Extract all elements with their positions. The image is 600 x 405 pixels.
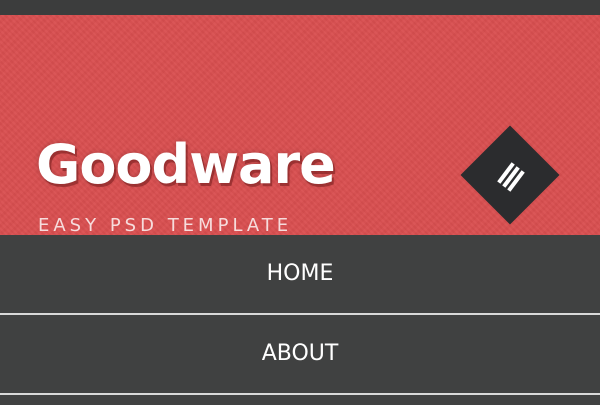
hamburger-icon bbox=[497, 162, 525, 192]
top-bar bbox=[0, 0, 600, 15]
site-header: Goodware EASY PSD TEMPLATE bbox=[0, 15, 600, 235]
site-logo-title[interactable]: Goodware bbox=[36, 135, 336, 195]
site-tagline: EASY PSD TEMPLATE bbox=[38, 215, 293, 235]
main-nav: HOME ABOUT bbox=[0, 235, 600, 405]
nav-item-about[interactable]: ABOUT bbox=[0, 315, 600, 395]
nav-item-home[interactable]: HOME bbox=[0, 235, 600, 315]
menu-toggle-button[interactable] bbox=[460, 125, 560, 225]
